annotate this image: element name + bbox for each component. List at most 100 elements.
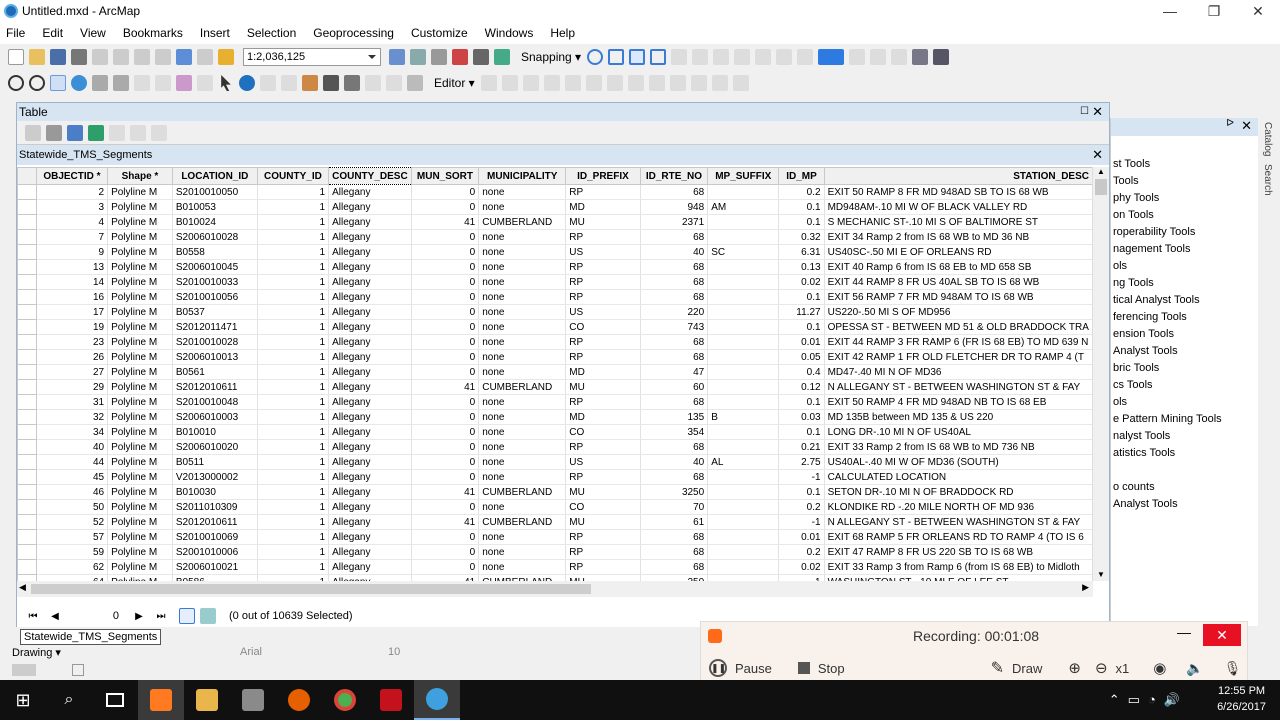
- show-all-records-icon[interactable]: [179, 608, 195, 624]
- table-cell[interactable]: EXIT 33 Ramp 2 from IS 68 WB to MD 736 N…: [824, 439, 1093, 455]
- toolbox-item[interactable]: Analyst Tools: [1111, 343, 1258, 360]
- table-cell[interactable]: none: [478, 229, 567, 245]
- task-view-button[interactable]: [92, 680, 138, 720]
- table-cell[interactable]: 23: [36, 334, 109, 350]
- row-selector[interactable]: [17, 319, 37, 335]
- table-cell[interactable]: none: [478, 454, 567, 470]
- table-cell[interactable]: 0.13: [778, 259, 825, 275]
- table-row[interactable]: 50 Polyline M S2011010309 1 Allegany 0 none CO 7…: [17, 499, 1093, 515]
- table-cell[interactable]: 0.2: [778, 544, 825, 560]
- table-cell[interactable]: 16: [36, 289, 109, 305]
- table-cell[interactable]: [707, 364, 780, 380]
- row-selector[interactable]: [17, 334, 37, 350]
- table-cell[interactable]: Allegany: [328, 424, 412, 440]
- stop-button[interactable]: Stop: [797, 661, 845, 676]
- create-features-icon[interactable]: [732, 75, 749, 91]
- table-cell[interactable]: 50: [36, 499, 109, 515]
- go-to-xy-icon[interactable]: [365, 75, 381, 91]
- table-cell[interactable]: 1: [257, 274, 330, 290]
- table-cell[interactable]: MU: [565, 214, 641, 230]
- row-selector[interactable]: [17, 244, 37, 260]
- table-cell[interactable]: 26: [36, 349, 109, 365]
- table-cell[interactable]: Allegany: [328, 559, 412, 575]
- table-cell[interactable]: 1: [257, 304, 330, 320]
- table-cell[interactable]: 1: [257, 349, 330, 365]
- row-selector[interactable]: [17, 274, 37, 290]
- table-cell[interactable]: MD47-.40 MI N OF MD36: [824, 364, 1093, 380]
- table-cell[interactable]: Allegany: [328, 454, 412, 470]
- save-icon[interactable]: [50, 49, 66, 65]
- start-button[interactable]: ⊞: [0, 680, 46, 720]
- table-row[interactable]: 59 Polyline M S2001010006 1 Allegany 0 none RP 6…: [17, 544, 1093, 560]
- toolbox-item[interactable]: roperability Tools: [1111, 224, 1258, 241]
- table-cell[interactable]: 1: [257, 394, 330, 410]
- select-elements-icon[interactable]: [221, 75, 231, 91]
- table-cell[interactable]: [707, 469, 780, 485]
- table-cell[interactable]: 0.12: [778, 379, 825, 395]
- table-row[interactable]: 44 Polyline M B0511 1 Allegany 0 none US 40 AL 2.7…: [17, 454, 1093, 470]
- table-cell[interactable]: 32: [36, 409, 109, 425]
- table-cell[interactable]: 31: [36, 394, 109, 410]
- menu-edit[interactable]: Edit: [42, 26, 63, 40]
- row-selector[interactable]: [17, 199, 37, 215]
- horizontal-scroll-thumb[interactable]: [31, 584, 591, 594]
- table-cell[interactable]: 0: [411, 544, 480, 560]
- table-cell[interactable]: none: [478, 544, 567, 560]
- table-cell[interactable]: KLONDIKE RD -.20 MILE NORTH OF MD 936: [824, 499, 1093, 515]
- edit-annotation-icon[interactable]: [501, 75, 518, 91]
- table-cell[interactable]: S MECHANIC ST-.10 MI S OF BALTIMORE ST: [824, 214, 1093, 230]
- edge-snap-icon[interactable]: [650, 49, 667, 65]
- table-cell[interactable]: S2010010048: [172, 394, 258, 410]
- row-selector[interactable]: [17, 514, 37, 530]
- table-cell[interactable]: 45: [36, 469, 109, 485]
- table-cell[interactable]: [707, 214, 780, 230]
- table-cell[interactable]: RP: [565, 469, 641, 485]
- toolbox-icon[interactable]: [452, 49, 468, 65]
- table-cell[interactable]: none: [478, 259, 567, 275]
- table-cell[interactable]: CUMBERLAND: [478, 214, 567, 230]
- table-cell[interactable]: MU: [565, 514, 641, 530]
- table-cell[interactable]: 2: [36, 184, 109, 200]
- table-row[interactable]: 9 Polyline M B0558 1 Allegany 0 none US 40 SC 6.31…: [17, 244, 1093, 260]
- table-cell[interactable]: S2006010003: [172, 409, 258, 425]
- python-icon[interactable]: [473, 49, 489, 65]
- table-row[interactable]: 34 Polyline M B010010 1 Allegany 0 none CO 354 0.…: [17, 424, 1093, 440]
- table-cell[interactable]: S2006010020: [172, 439, 258, 455]
- table-cell[interactable]: US40AL-.40 MI W OF MD36 (SOUTH): [824, 454, 1093, 470]
- table-cell[interactable]: 68: [640, 289, 709, 305]
- menu-help[interactable]: Help: [550, 26, 575, 40]
- table-cell[interactable]: Allegany: [328, 214, 412, 230]
- georef-tool-5-icon[interactable]: [755, 49, 772, 65]
- table-cell[interactable]: 41: [411, 379, 480, 395]
- table-cell[interactable]: Polyline M: [107, 544, 173, 560]
- toolbox-item[interactable]: e Pattern Mining Tools: [1111, 411, 1258, 428]
- table-cell[interactable]: CUMBERLAND: [478, 514, 567, 530]
- table-cell[interactable]: 0.1: [778, 289, 825, 305]
- table-cell[interactable]: EXIT 47 RAMP 8 FR US 220 SB TO IS 68 WB: [824, 544, 1093, 560]
- straight-segment-icon[interactable]: [522, 75, 539, 91]
- delete-icon[interactable]: [155, 49, 171, 65]
- table-cell[interactable]: [707, 184, 780, 200]
- table-cell[interactable]: 0: [411, 499, 480, 515]
- column-header-station_desc[interactable]: STATION_DESC: [823, 167, 1093, 185]
- sketch-properties-icon[interactable]: [711, 75, 728, 91]
- table-cell[interactable]: 68: [640, 259, 709, 275]
- select-by-attributes-icon[interactable]: [67, 124, 83, 141]
- menu-geoprocessing[interactable]: Geoprocessing: [313, 26, 394, 40]
- table-cell[interactable]: [707, 559, 780, 575]
- table-cell[interactable]: AL: [707, 454, 780, 470]
- table-cell[interactable]: RP: [565, 274, 641, 290]
- menu-file[interactable]: File: [6, 26, 25, 40]
- table-cell[interactable]: 1: [257, 409, 330, 425]
- column-header-objectid[interactable]: OBJECTID *: [35, 167, 109, 185]
- row-selector[interactable]: [17, 394, 37, 410]
- table-cell[interactable]: B: [707, 409, 780, 425]
- table-row[interactable]: 14 Polyline M S2010010033 1 Allegany 0 none RP 6…: [17, 274, 1093, 290]
- table-cell[interactable]: 1: [257, 289, 330, 305]
- webcam-icon[interactable]: ◉: [1153, 659, 1166, 677]
- column-header-id_mp[interactable]: ID_MP: [778, 167, 825, 185]
- system-tray[interactable]: ⌃▭◔🔊: [1109, 692, 1188, 708]
- switch-selection-icon[interactable]: [88, 124, 104, 141]
- row-selector[interactable]: [17, 289, 37, 305]
- table-cell[interactable]: 68: [640, 334, 709, 350]
